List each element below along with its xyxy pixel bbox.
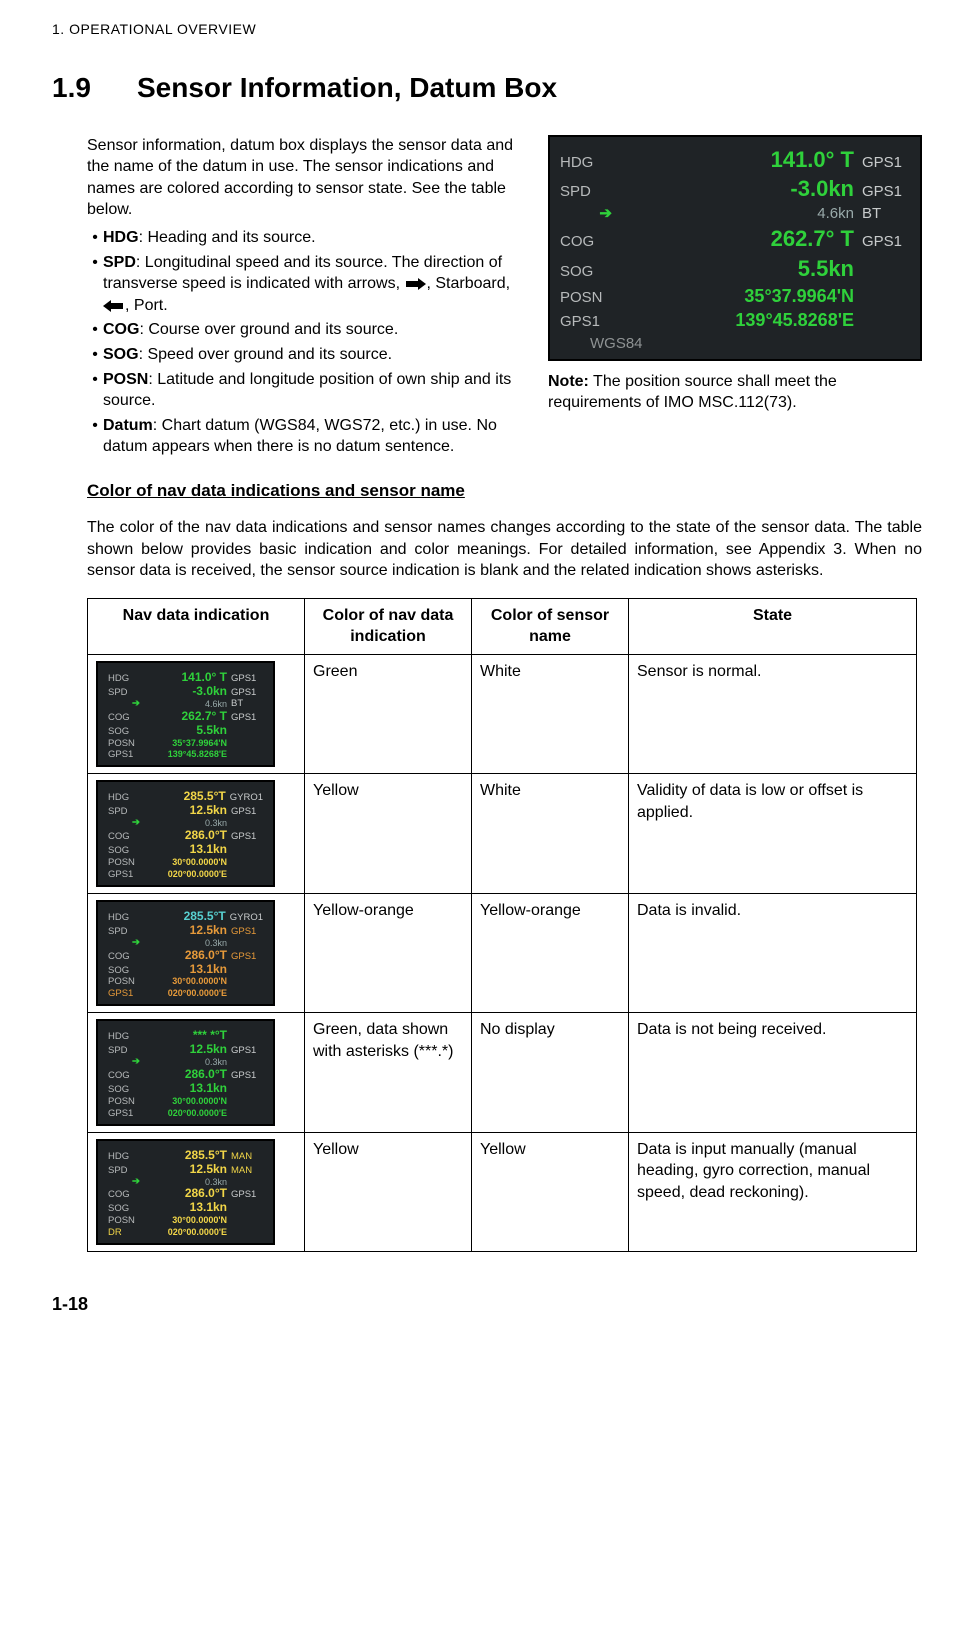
thumb-yellow-white: HDG285.5°TGYRO1 SPD12.5knGPS1 ➔0.3kn COG… bbox=[96, 780, 275, 886]
table-row: HDG*** *°T SPD12.5knGPS1 ➔0.3kn COG286.0… bbox=[88, 1013, 917, 1132]
bullet-sog: • SOG: Speed over ground and its source. bbox=[87, 344, 528, 366]
nav-data-table: Nav data indication Color of nav data in… bbox=[87, 598, 917, 1252]
bullet-datum: • Datum: Chart datum (WGS84, WGS72, etc.… bbox=[87, 415, 528, 458]
intro-lead: Sensor information, datum box displays t… bbox=[87, 135, 528, 221]
section-number: 1.9 bbox=[52, 69, 137, 107]
note: Note: The position source shall meet the… bbox=[548, 371, 922, 414]
thumb-normal: HDG141.0° TGPS1 SPD-3.0knGPS1 ➔4.6knBT C… bbox=[96, 661, 275, 767]
subheading: Color of nav data indications and sensor… bbox=[87, 480, 922, 503]
port-arrow-icon bbox=[103, 301, 125, 311]
datum-box-screenshot: HDG 141.0° T GPS1 SPD -3.0kn GPS1 ➔ 4.6k… bbox=[548, 135, 922, 361]
page-number: 1-18 bbox=[52, 1292, 922, 1316]
thumb-orange: HDG285.5°TGYRO1 SPD12.5knGPS1 ➔0.3kn COG… bbox=[96, 900, 275, 1006]
thumb-manual: HDG285.5°TMAN SPD12.5knMAN ➔0.3kn COG286… bbox=[96, 1139, 275, 1245]
starboard-arrow-icon bbox=[404, 279, 426, 289]
section-title-text: Sensor Information, Datum Box bbox=[137, 72, 557, 103]
bullet-list: • HDG: Heading and its source. • SPD: Lo… bbox=[87, 227, 528, 458]
color-paragraph: The color of the nav data indications an… bbox=[87, 517, 922, 582]
chapter-header: 1. OPERATIONAL OVERVIEW bbox=[52, 20, 922, 39]
table-row: HDG285.5°TGYRO1 SPD12.5knGPS1 ➔0.3kn COG… bbox=[88, 893, 917, 1012]
arrow-right-icon: ➔ bbox=[560, 204, 612, 224]
bullet-hdg: • HDG: Heading and its source. bbox=[87, 227, 528, 249]
thumb-asterisks: HDG*** *°T SPD12.5knGPS1 ➔0.3kn COG286.0… bbox=[96, 1019, 275, 1125]
table-row: HDG285.5°TMAN SPD12.5knMAN ➔0.3kn COG286… bbox=[88, 1132, 917, 1251]
bullet-cog: • COG: Course over ground and its source… bbox=[87, 319, 528, 341]
section-title: 1.9Sensor Information, Datum Box bbox=[52, 69, 922, 107]
bullet-posn: • POSN: Latitude and longitude position … bbox=[87, 369, 528, 412]
bullet-spd: • SPD: Longitudinal speed and its source… bbox=[87, 252, 528, 317]
table-row: HDG285.5°TGYRO1 SPD12.5knGPS1 ➔0.3kn COG… bbox=[88, 774, 917, 893]
table-row: HDG141.0° TGPS1 SPD-3.0knGPS1 ➔4.6knBT C… bbox=[88, 654, 917, 773]
